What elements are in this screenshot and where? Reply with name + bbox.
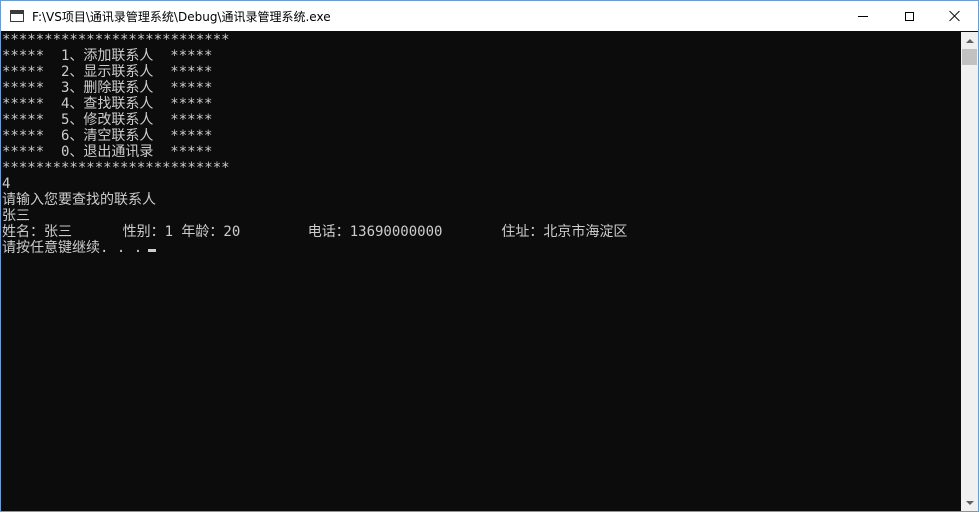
minimize-button[interactable] (840, 1, 886, 31)
menu-item-clear-contacts: ***** 6、清空联系人 ***** (2, 128, 213, 144)
menu-item-modify-contact: ***** 5、修改联系人 ***** (2, 112, 213, 128)
scroll-thumb[interactable] (962, 49, 977, 65)
title-bar[interactable]: F:\VS项目\通讯录管理系统\Debug\通讯录管理系统.exe (1, 1, 978, 31)
arrow-up-icon (965, 38, 974, 43)
console-lines: *************************** ***** 1、添加联系… (1, 32, 961, 256)
user-input-choice: 4 (2, 176, 11, 192)
scroll-up-button[interactable] (961, 32, 978, 49)
menu-border-bottom: *************************** (2, 160, 230, 176)
menu-item-find-contact: ***** 4、查找联系人 ***** (2, 96, 213, 112)
console-output[interactable]: *************************** ***** 1、添加联系… (1, 32, 961, 511)
maximize-button[interactable] (886, 1, 932, 31)
scroll-down-button[interactable] (961, 494, 978, 511)
maximize-icon (904, 11, 914, 21)
press-any-key-line: 请按任意键继续. . . (2, 240, 961, 256)
user-input-name: 张三 (2, 208, 30, 224)
menu-item-add-contact: ***** 1、添加联系人 ***** (2, 48, 213, 64)
console-app-icon[interactable] (10, 10, 24, 22)
menu-item-delete-contact: ***** 3、删除联系人 ***** (2, 80, 213, 96)
menu-item-show-contacts: ***** 2、显示联系人 ***** (2, 64, 213, 80)
close-button[interactable] (932, 1, 978, 31)
menu-border-top: *************************** (2, 32, 230, 48)
console-window: F:\VS项目\通讯录管理系统\Debug\通讯录管理系统.exe ******… (0, 0, 979, 512)
close-icon (949, 10, 961, 22)
press-any-key-text: 请按任意键继续. . . (2, 240, 143, 256)
prompt-find-contact: 请输入您要查找的联系人 (2, 192, 156, 208)
minimize-icon (858, 15, 868, 17)
contact-result-line: 姓名：张三 性别：1 年龄：20 电话：13690000000 住址：北京市海淀… (2, 224, 628, 240)
menu-item-exit: ***** 0、退出通讯录 ***** (2, 144, 213, 160)
vertical-scrollbar[interactable] (961, 32, 978, 511)
window-title: F:\VS项目\通讯录管理系统\Debug\通讯录管理系统.exe (32, 9, 331, 24)
arrow-down-icon (965, 500, 974, 505)
text-cursor (148, 249, 157, 252)
